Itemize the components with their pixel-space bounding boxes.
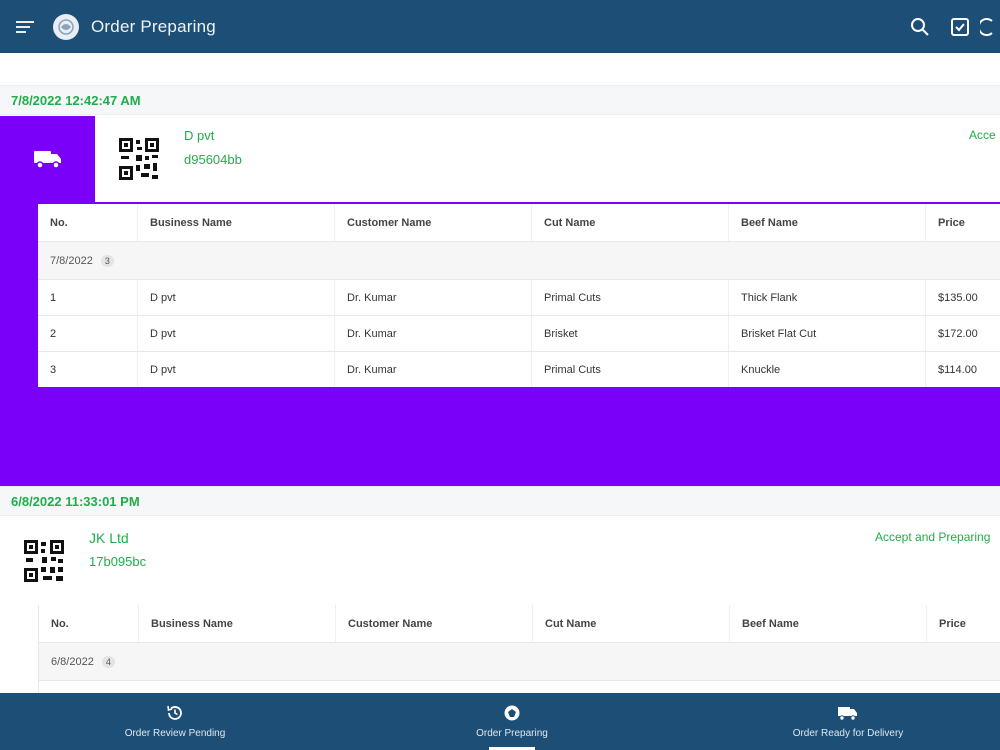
- search-button[interactable]: [900, 0, 940, 53]
- row-beef-name: Knuckle: [729, 352, 926, 387]
- menu-icon: [16, 20, 34, 33]
- checkbox-icon: [951, 17, 969, 36]
- orders-list[interactable]: 7/8/2022 12:42:47 AM D pvt d95604bb Acce…: [0, 53, 1000, 693]
- truck-icon: [838, 707, 857, 721]
- order-card[interactable]: JK Ltd 17b095bc Accept and Preparing No.…: [0, 519, 1000, 693]
- row-business-name: D pvt: [138, 280, 335, 315]
- menu-button[interactable]: [0, 0, 50, 53]
- nav-label: Order Review Pending: [124, 728, 226, 739]
- row-number: 3: [38, 352, 138, 387]
- row-customer-name: Dr. Kumar: [335, 316, 532, 351]
- order-date-header: 7/8/2022 12:42:47 AM: [0, 85, 1000, 115]
- row-cut-name: Brisket: [532, 316, 729, 351]
- row-cut-name: Primal Cuts: [532, 352, 729, 387]
- column-header: Business Name: [138, 204, 335, 241]
- app-logo-icon: [53, 13, 79, 40]
- row-price: $172.00: [938, 327, 978, 340]
- table-row[interactable]: 3 D pvt Dr. Kumar Primal Cuts Knuckle $1…: [38, 352, 1000, 387]
- search-icon: [911, 17, 929, 36]
- column-header: Customer Name: [336, 605, 533, 642]
- row-business-name: D pvt: [138, 352, 335, 387]
- order-code: 17b095bc: [89, 554, 147, 569]
- business-name: D pvt: [184, 128, 215, 143]
- qr-code-icon: [119, 138, 159, 180]
- delivery-toggle[interactable]: [0, 116, 95, 202]
- table-row[interactable]: 1 D pvt Dr. Kumar Primal Cuts Thick Flan…: [38, 280, 1000, 316]
- nav-order-ready-for-delivery[interactable]: Order Ready for Delivery: [768, 693, 928, 750]
- group-count-badge: 3: [100, 254, 114, 267]
- column-header: Beef Name: [730, 605, 927, 642]
- row-number: 2: [38, 316, 138, 351]
- order-header: D pvt d95604bb Acce: [95, 116, 1000, 202]
- refresh-icon: [980, 17, 993, 36]
- row-number: 1: [38, 280, 138, 315]
- row-customer-name: Dr. Kumar: [335, 280, 532, 315]
- page-title: Order Preparing: [91, 16, 216, 36]
- order-code: d95604bb: [184, 152, 242, 167]
- nav-label: Order Ready for Delivery: [792, 728, 904, 739]
- accept-and-preparing-link[interactable]: Acce: [969, 128, 996, 142]
- order-items-table: No. Business Name Customer Name Cut Name…: [38, 605, 1000, 693]
- app-bar: Order Preparing: [0, 0, 1000, 53]
- column-header: No.: [39, 605, 139, 642]
- group-date: 7/8/2022: [50, 254, 93, 267]
- order-items-table: No. Business Name Customer Name Cut Name…: [38, 204, 1000, 387]
- group-count-badge: 4: [101, 655, 115, 668]
- refresh-button[interactable]: [980, 0, 1000, 53]
- accept-and-preparing-link[interactable]: Accept and Preparing: [875, 530, 990, 544]
- order-date-header: 6/8/2022 11:33:01 PM: [0, 486, 1000, 516]
- row-cut-name: Primal Cuts: [532, 280, 729, 315]
- column-header: Customer Name: [335, 204, 532, 241]
- nav-order-preparing[interactable]: Order Preparing: [432, 693, 592, 750]
- history-icon: [167, 705, 182, 720]
- row-customer-name: Dr. Kumar: [335, 352, 532, 387]
- group-date: 6/8/2022: [51, 655, 94, 668]
- row-business-name: D pvt: [138, 316, 335, 351]
- row-price: $135.00: [938, 291, 978, 304]
- table-group-row[interactable]: 6/8/2022 4: [39, 643, 1000, 681]
- column-header: Price: [938, 216, 965, 229]
- column-header: Cut Name: [532, 204, 729, 241]
- preparing-icon: [504, 705, 520, 721]
- column-header: Beef Name: [729, 204, 926, 241]
- nav-order-review-pending[interactable]: Order Review Pending: [95, 693, 255, 750]
- column-header: Cut Name: [533, 605, 730, 642]
- column-header: Business Name: [139, 605, 336, 642]
- column-header: Price: [939, 617, 966, 630]
- table-group-row[interactable]: 7/8/2022 3: [38, 242, 1000, 280]
- order-card-selected[interactable]: D pvt d95604bb Acce No. Business Name Cu…: [0, 116, 1000, 486]
- nav-label: Order Preparing: [476, 728, 548, 739]
- checklist-button[interactable]: [940, 0, 980, 53]
- business-name: JK Ltd: [89, 530, 129, 546]
- row-price: $114.00: [938, 363, 977, 376]
- qr-code-icon: [24, 540, 64, 582]
- bottom-navigation: Order Review Pending Order Preparing Ord…: [0, 693, 1000, 750]
- column-header: No.: [38, 204, 138, 241]
- table-row[interactable]: 2 D pvt Dr. Kumar Brisket Brisket Flat C…: [38, 316, 1000, 352]
- truck-icon: [33, 151, 61, 169]
- row-beef-name: Brisket Flat Cut: [729, 316, 926, 351]
- table-header-row: No. Business Name Customer Name Cut Name…: [38, 204, 1000, 242]
- table-header-row: No. Business Name Customer Name Cut Name…: [39, 605, 1000, 643]
- row-beef-name: Thick Flank: [729, 280, 926, 315]
